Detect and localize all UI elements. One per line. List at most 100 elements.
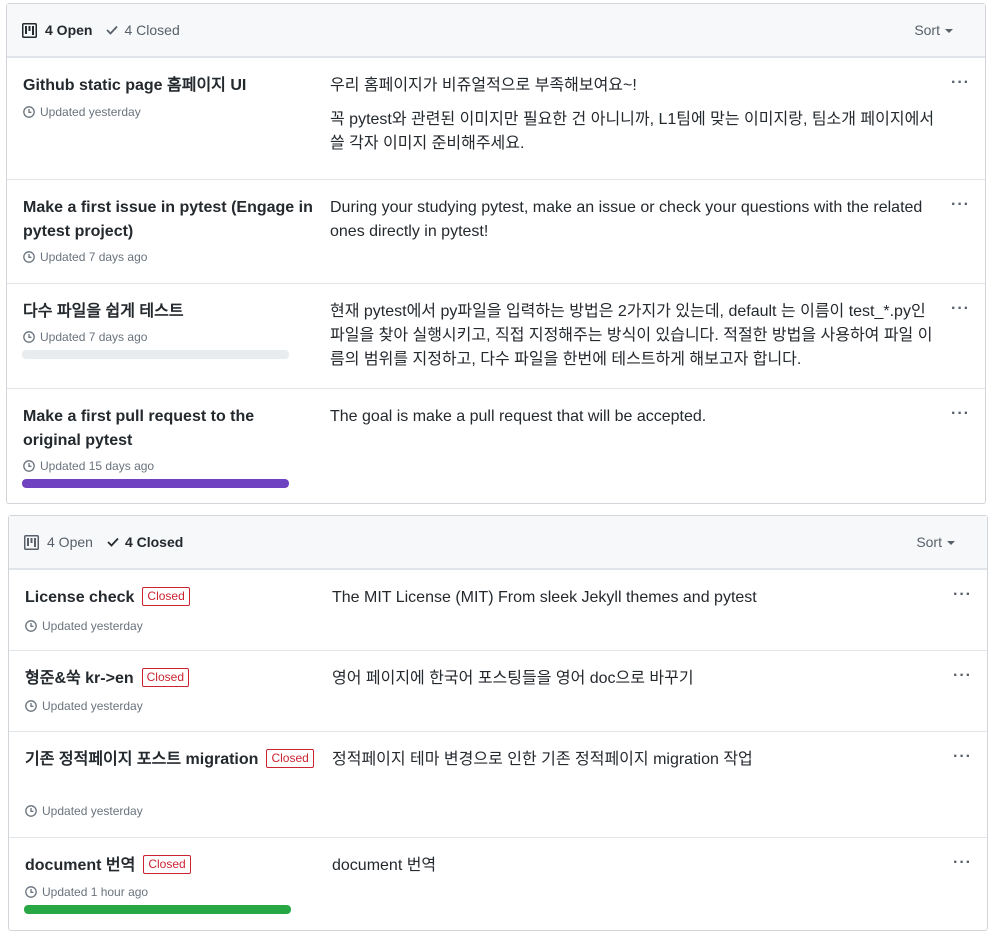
- project-title[interactable]: Make a first issue in pytest (Engage in …: [23, 196, 313, 244]
- project-row[interactable]: document 번역 Closed Updated 1 hour ago doc…: [9, 837, 987, 933]
- more-options-button[interactable]: ···: [951, 196, 970, 214]
- more-options-button[interactable]: ···: [951, 405, 970, 423]
- project-title[interactable]: Github static page 홈페이지 UI: [23, 74, 313, 98]
- closed-filter-label: 4 Closed: [124, 534, 184, 550]
- description-line: 현재 pytest에서 py파일을 입력하는 방법은 2가지가 있는데, def…: [330, 303, 933, 368]
- updated-text: Updated 7 days ago: [40, 330, 148, 344]
- project-title[interactable]: 기존 정적페이지 포스트 migration Closed: [25, 748, 315, 772]
- closed-badge: Closed: [143, 855, 191, 874]
- description-line: During your studying pytest, make an iss…: [330, 199, 923, 240]
- panel-header: 4 Open 4 Closed Sort: [9, 516, 987, 569]
- panel-header: 4 Open 4 Closed Sort: [7, 4, 985, 57]
- sort-dropdown[interactable]: Sort: [914, 4, 953, 56]
- project-title-text: License check: [25, 589, 135, 606]
- updated-info: Updated yesterday: [25, 619, 143, 633]
- progress-bar: [24, 905, 291, 914]
- updated-text: Updated yesterday: [42, 804, 143, 818]
- more-options-button[interactable]: ···: [953, 748, 972, 766]
- more-options-button[interactable]: ···: [953, 854, 972, 872]
- clock-icon: [23, 251, 35, 263]
- updated-info: Updated 1 hour ago: [25, 885, 148, 899]
- project-description: document 번역: [332, 854, 944, 878]
- project-title-text: 기존 정적페이지 포스트 migration: [25, 751, 259, 768]
- project-title-text: document 번역: [25, 857, 136, 874]
- closed-filter-label: 4 Closed: [124, 22, 180, 38]
- project-description: The goal is make a pull request that wil…: [330, 405, 942, 429]
- updated-text: Updated yesterday: [42, 619, 143, 633]
- project-title[interactable]: document 번역 Closed: [25, 854, 315, 878]
- project-panel-open: 4 Open 4 Closed Sort Github static page …: [6, 3, 986, 504]
- state-toggle: 4 Open 4 Closed: [22, 4, 180, 56]
- project-title[interactable]: License check Closed: [25, 586, 315, 610]
- project-row[interactable]: Make a first pull request to the origina…: [7, 388, 985, 505]
- updated-text: Updated yesterday: [40, 105, 141, 119]
- open-filter-link[interactable]: 4 Open: [47, 534, 93, 550]
- description-line: The MIT License (MIT) From sleek Jekyll …: [332, 589, 757, 606]
- project-row[interactable]: Make a first issue in pytest (Engage in …: [7, 179, 985, 283]
- project-panel-closed: 4 Open 4 Closed Sort License check Closed…: [8, 515, 988, 931]
- project-description: During your studying pytest, make an iss…: [330, 196, 942, 244]
- caret-down-icon: [947, 541, 955, 545]
- more-options-button[interactable]: ···: [951, 300, 970, 318]
- closed-filter-link[interactable]: 4 Closed: [106, 22, 180, 38]
- project-row[interactable]: 기존 정적페이지 포스트 migration Closed Updated yes…: [9, 731, 987, 837]
- check-icon: [107, 537, 119, 547]
- project-title-text: 형준&쑥 kr->en: [25, 670, 134, 687]
- project-title-text: 다수 파일을 쉽게 테스트: [23, 303, 184, 320]
- check-icon: [106, 25, 119, 35]
- project-title[interactable]: Make a first pull request to the origina…: [23, 405, 313, 453]
- clock-icon: [23, 460, 35, 472]
- project-row[interactable]: License check Closed Updated yesterday Th…: [9, 569, 987, 650]
- clock-icon: [25, 886, 37, 898]
- open-filter-link[interactable]: 4 Open: [45, 22, 92, 38]
- sort-label: Sort: [916, 534, 942, 550]
- updated-info: Updated yesterday: [23, 105, 141, 119]
- sort-label: Sort: [914, 22, 940, 38]
- project-description: 현재 pytest에서 py파일을 입력하는 방법은 2가지가 있는데, def…: [330, 300, 942, 372]
- project-row[interactable]: 형준&쑥 kr->en Closed Updated yesterday 영어 페…: [9, 650, 987, 731]
- more-options-button[interactable]: ···: [951, 74, 970, 92]
- project-icon: [22, 22, 37, 38]
- clock-icon: [25, 620, 37, 632]
- updated-text: Updated 1 hour ago: [42, 885, 149, 899]
- clock-icon: [23, 106, 35, 118]
- project-title-text: Github static page 홈페이지 UI: [23, 77, 247, 94]
- updated-info: Updated 15 days ago: [23, 459, 154, 473]
- project-title-text: Make a first pull request to the origina…: [23, 408, 255, 449]
- project-title[interactable]: 형준&쑥 kr->en Closed: [25, 667, 315, 691]
- project-description: The MIT License (MIT) From sleek Jekyll …: [332, 586, 944, 610]
- updated-info: Updated 7 days ago: [23, 330, 147, 344]
- closed-badge: Closed: [141, 668, 189, 687]
- project-title-text: Make a first issue in pytest (Engage in …: [23, 199, 313, 240]
- sort-dropdown[interactable]: Sort: [916, 516, 955, 568]
- updated-text: Updated yesterday: [42, 699, 143, 713]
- clock-icon: [25, 805, 37, 817]
- clock-icon: [25, 700, 37, 712]
- description-line: 영어 페이지에 한국어 포스팅들을 영어 doc으로 바꾸기: [332, 670, 694, 687]
- closed-badge: Closed: [142, 587, 190, 606]
- description-line: 정적페이지 테마 변경으로 인한 기존 정적페이지 migration 작업: [332, 751, 753, 768]
- project-row[interactable]: 다수 파일을 쉽게 테스트 Updated 7 days ago 현재 pyte…: [7, 283, 985, 388]
- updated-text: Updated 7 days ago: [40, 250, 148, 264]
- clock-icon: [23, 331, 35, 343]
- caret-down-icon: [945, 29, 953, 33]
- project-icon: [24, 534, 39, 550]
- project-description: 정적페이지 테마 변경으로 인한 기존 정적페이지 migration 작업: [332, 748, 944, 772]
- progress-fill: [22, 479, 289, 488]
- updated-info: Updated 7 days ago: [23, 250, 147, 264]
- more-options-button[interactable]: ···: [953, 667, 972, 685]
- more-options-button[interactable]: ···: [953, 586, 972, 604]
- project-description: 영어 페이지에 한국어 포스팅들을 영어 doc으로 바꾸기: [332, 667, 944, 691]
- description-line: The goal is make a pull request that wil…: [330, 408, 707, 425]
- project-row[interactable]: Github static page 홈페이지 UI Updated yeste…: [7, 57, 985, 179]
- progress-bar: [22, 350, 289, 359]
- description-line: 우리 홈페이지가 비쥬얼적으로 부족해보여요~!: [330, 77, 637, 94]
- description-line: 꼭 pytest와 관련된 이미지만 필요한 건 아니니까, L1팀에 맞는 이…: [330, 111, 935, 152]
- updated-info: Updated yesterday: [25, 699, 143, 713]
- updated-info: Updated yesterday: [25, 804, 143, 818]
- project-title[interactable]: 다수 파일을 쉽게 테스트: [23, 300, 313, 324]
- progress-fill: [24, 905, 291, 914]
- closed-filter-link[interactable]: 4 Closed: [107, 534, 183, 550]
- project-description: 우리 홈페이지가 비쥬얼적으로 부족해보여요~! 꼭 pytest와 관련된 이…: [330, 74, 942, 156]
- progress-bar: [22, 479, 289, 488]
